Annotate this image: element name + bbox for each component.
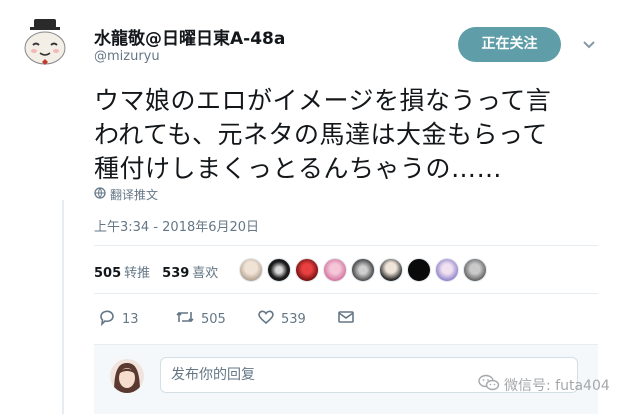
like-count: 539 <box>281 311 306 327</box>
translate-label: 翻译推文 <box>110 188 159 202</box>
wechat-watermark: 微信号: futa404 <box>478 374 610 396</box>
tweet-line: われても、元ネタの馬達は大金もらって <box>94 120 548 149</box>
direct-message-action[interactable] <box>337 309 355 329</box>
envelope-icon <box>337 309 355 329</box>
likers-avatars <box>239 258 487 282</box>
wechat-icon <box>478 374 500 396</box>
user-handle[interactable]: @mizuryu <box>94 49 160 64</box>
liker-avatar[interactable] <box>351 258 375 282</box>
watermark-text: 微信号: futa404 <box>504 378 610 394</box>
liker-avatar[interactable] <box>463 258 487 282</box>
like-action[interactable]: 539 <box>257 308 337 330</box>
heart-icon <box>257 308 275 330</box>
engagement-stats: 505 转推 539 喜欢 <box>94 262 218 281</box>
reply-icon <box>98 308 116 330</box>
liker-avatar[interactable] <box>323 258 347 282</box>
liker-avatar[interactable] <box>435 258 459 282</box>
liker-avatar[interactable] <box>267 258 291 282</box>
retweet-action[interactable]: 505 <box>175 308 257 330</box>
tweet-line: ウマ娘のエロがイメージを損なうって言 <box>94 86 552 115</box>
divider <box>94 245 598 246</box>
liker-avatar[interactable] <box>407 258 431 282</box>
user-avatar[interactable] <box>20 18 70 68</box>
tweet-text: ウマ娘のエロがイメージを損なうって言 われても、元ネタの馬達は大金もらって 種付… <box>94 84 614 186</box>
following-button[interactable]: 正在关注 <box>458 27 561 62</box>
divider <box>94 293 598 294</box>
globe-icon <box>94 187 106 202</box>
chevron-down-icon[interactable] <box>580 36 598 54</box>
liker-avatar[interactable] <box>239 258 263 282</box>
display-name[interactable]: 水龍敬@日曜日東A-48a <box>94 24 285 49</box>
liker-avatar[interactable] <box>379 258 403 282</box>
liker-avatar[interactable] <box>295 258 319 282</box>
likes-label: 喜欢 <box>192 266 219 281</box>
tweet-actions: 13 505 539 <box>98 308 355 330</box>
left-divider-line <box>62 200 64 414</box>
reply-action[interactable]: 13 <box>98 308 175 330</box>
reply-count: 13 <box>122 311 139 327</box>
retweets-stat[interactable]: 505 转推 <box>94 262 150 281</box>
reply-user-avatar <box>110 359 144 393</box>
translate-tweet-link[interactable]: 翻译推文 <box>94 186 158 203</box>
tweet-line: 種付けしまくっとるんちゃうの…… <box>94 154 503 183</box>
retweets-count: 505 <box>94 266 122 281</box>
retweet-icon <box>175 308 195 330</box>
tweet-timestamp[interactable]: 上午3:34 - 2018年6月20日 <box>94 216 259 235</box>
retweet-count: 505 <box>201 311 226 327</box>
cartoon-avatar-icon <box>24 19 66 65</box>
likes-stat[interactable]: 539 喜欢 <box>162 262 218 281</box>
retweets-label: 转推 <box>124 266 151 281</box>
likes-count: 539 <box>162 266 190 281</box>
